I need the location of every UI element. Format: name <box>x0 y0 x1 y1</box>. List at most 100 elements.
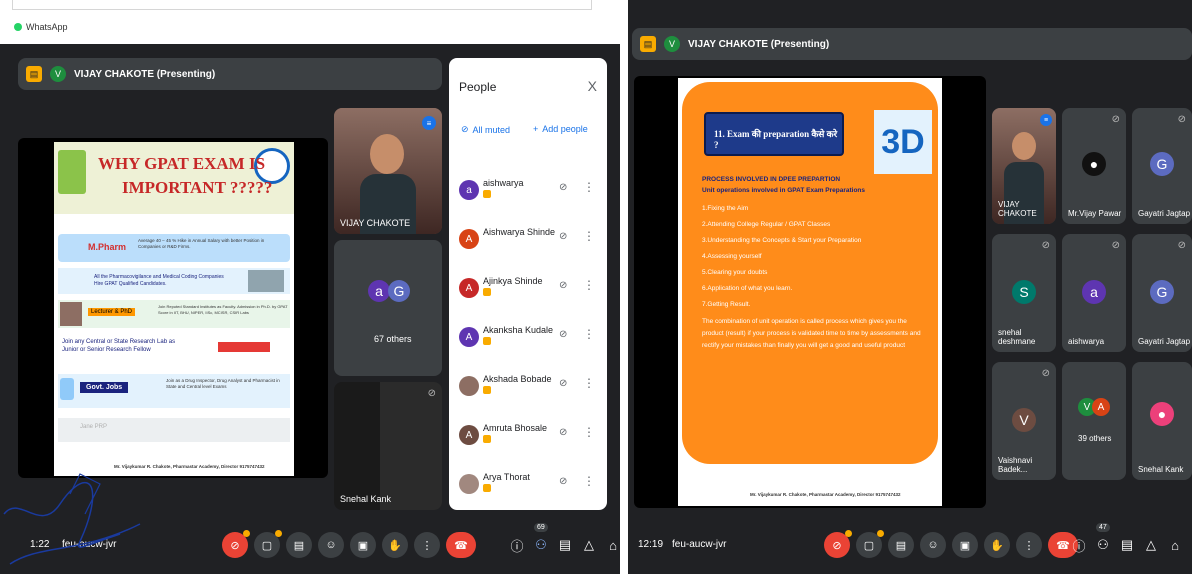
summary-text: The combination of unit operation is cal… <box>702 318 921 349</box>
more-options-icon[interactable]: ⋮ <box>583 327 595 341</box>
hand-badge-icon <box>483 484 491 492</box>
captions-button[interactable]: ▤ <box>286 532 312 558</box>
more-options-icon[interactable]: ⋮ <box>583 425 595 439</box>
presenter-tile-name: VIJAY CHAKOTE <box>340 218 411 228</box>
govt-image <box>60 378 74 400</box>
slide-heading-box: 11. Exam की preparation कैसे करे ? <box>704 112 844 156</box>
presenter-avatar: V <box>50 66 66 82</box>
faded-text: Jane PRP <box>80 424 108 430</box>
captions-button[interactable]: ▤ <box>888 532 914 558</box>
slide-header: WHY GPAT EXAM IS IMPORTANT ????? <box>54 142 294 214</box>
raise-hand-button[interactable]: ✋ <box>984 532 1010 558</box>
process-title: PROCESS INVOLVED IN DPEE PREPARTION <box>702 176 841 183</box>
participant-avatar: V <box>1012 408 1036 432</box>
camera-button[interactable]: ▢ <box>856 530 884 558</box>
presenter-video-tile[interactable]: ≡ VIJAY CHAKOTE <box>334 108 442 234</box>
mic-off-icon: ⊘ <box>1041 368 1050 379</box>
meeting-controls: ⊘ ▢ ▤ ☺ ▣ ✋ ⋮ ☎ <box>222 530 476 558</box>
others-tile[interactable]: a G 67 others <box>334 240 442 376</box>
tile-name: Gayatri Jagtap <box>1138 337 1191 346</box>
lock-icon[interactable]: ⌂ <box>1164 538 1186 553</box>
tile-name: Gayatri Jagtap <box>1138 209 1191 218</box>
mic-off-icon[interactable]: ⊘ <box>559 378 567 389</box>
more-options-button[interactable]: ⋮ <box>414 532 440 558</box>
info-icon[interactable]: ⓘ <box>506 536 528 555</box>
person-name: Ajinkya Shinde <box>483 276 543 286</box>
leave-call-button[interactable]: ☎ <box>446 532 476 558</box>
people-icon[interactable]: ⚇ 47 <box>1092 523 1114 553</box>
more-options-icon[interactable]: ⋮ <box>583 474 595 488</box>
more-options-icon[interactable]: ⋮ <box>583 278 595 292</box>
participant-avatar: G <box>1150 280 1174 304</box>
others-count: 39 others <box>1078 434 1112 443</box>
participants-badge: 47 <box>1096 523 1110 532</box>
more-options-icon[interactable]: ⋮ <box>583 229 595 243</box>
activities-icon[interactable]: △ <box>578 537 600 553</box>
person-avatar: A <box>459 229 479 249</box>
info-icon[interactable]: ⓘ <box>1068 536 1090 555</box>
mic-button[interactable]: ⊘ <box>824 530 852 558</box>
present-button[interactable]: ▣ <box>350 532 376 558</box>
mic-button[interactable]: ⊘ <box>222 530 250 558</box>
emoji-button[interactable]: ☺ <box>920 532 946 558</box>
hand-badge-icon <box>483 288 491 296</box>
participant-tile[interactable]: ⊘ a aishwarya <box>1062 234 1126 352</box>
people-list-item[interactable]: A Akanksha Kudale ⊘ ⋮ <box>449 315 607 364</box>
close-icon[interactable]: X <box>588 78 597 94</box>
participant-tile[interactable]: ⊘ S snehal deshmane <box>992 234 1056 352</box>
camera-button[interactable]: ▢ <box>254 530 282 558</box>
presenting-title: VIJAY CHAKOTE (Presenting) <box>688 38 830 50</box>
all-muted-button[interactable]: ⊘ All muted <box>461 124 510 135</box>
slide: 11. Exam की preparation कैसे करे ? 3D PR… <box>678 78 942 506</box>
mic-off-icon[interactable]: ⊘ <box>559 476 567 487</box>
emoji-button[interactable]: ☺ <box>318 532 344 558</box>
more-options-icon[interactable]: ⋮ <box>583 376 595 390</box>
people-list-item[interactable]: Akshada Bobade ⊘ ⋮ <box>449 364 607 413</box>
mic-off-icon[interactable]: ⊘ <box>559 231 567 242</box>
mic-off-icon: ⊘ <box>1177 240 1186 251</box>
present-button[interactable]: ▣ <box>952 532 978 558</box>
slide: WHY GPAT EXAM IS IMPORTANT ????? M.Pharm… <box>54 142 294 476</box>
chat-icon[interactable]: ▤ <box>1116 537 1138 553</box>
mpharm-row: M.Pharm Average 40 – 45 % Hike in Annual… <box>58 234 290 262</box>
tile-name: VIJAY CHAKOTE <box>998 200 1037 218</box>
participant-avatar: a <box>1082 280 1106 304</box>
participant-tile[interactable]: ⊘ ● Mr.Vijay Pawar <box>1062 108 1126 224</box>
more-options-icon[interactable]: ⋮ <box>583 180 595 194</box>
person-avatar <box>459 474 479 494</box>
add-people-button[interactable]: + Add people <box>533 124 588 134</box>
chat-icon[interactable]: ▤ <box>554 537 576 553</box>
people-list-item[interactable]: A Amruta Bhosale ⊘ ⋮ <box>449 413 607 462</box>
participant-tile[interactable]: ● Snehal Kank <box>1132 362 1192 480</box>
people-icon[interactable]: ⚇ 69 <box>530 523 552 553</box>
participant-tile[interactable]: ⊘ G Gayatri Jagtap <box>1132 108 1192 224</box>
others-tile[interactable]: V A 39 others <box>1062 362 1126 480</box>
person-avatar: a <box>459 180 479 200</box>
right-controls: ⓘ ⚇ 69 ▤ △ ⌂ <box>506 523 620 558</box>
mic-off-icon[interactable]: ⊘ <box>559 427 567 438</box>
right-controls: ⓘ ⚇ 47 ▤ △ ⌂ <box>1068 523 1186 558</box>
whatsapp-label[interactable]: WhatsApp <box>14 22 68 32</box>
snehal-tile[interactable]: ⊘ Snehal Kank <box>334 382 442 510</box>
lock-icon[interactable]: ⌂ <box>602 538 620 553</box>
participant-tile[interactable]: ⊘ G Gayatri Jagtap <box>1132 234 1192 352</box>
mic-off-icon[interactable]: ⊘ <box>559 329 567 340</box>
top-strip: WhatsApp <box>0 0 620 44</box>
step-3: 3.Understanding the Concepts & Start you… <box>702 237 862 244</box>
person-avatar: A <box>459 327 479 347</box>
mic-off-icon: ⊘ <box>1111 240 1120 251</box>
raise-hand-button[interactable]: ✋ <box>382 532 408 558</box>
tile-name: aishwarya <box>1068 337 1105 346</box>
people-list-item[interactable]: A Aishwarya Shinde ⊘ ⋮ <box>449 217 607 266</box>
people-list-item[interactable]: A Ajinkya Shinde ⊘ ⋮ <box>449 266 607 315</box>
mic-off-icon[interactable]: ⊘ <box>559 182 567 193</box>
others-avatar-2: G <box>388 280 410 302</box>
more-options-button[interactable]: ⋮ <box>1016 532 1042 558</box>
presentation-stage: WHY GPAT EXAM IS IMPORTANT ????? M.Pharm… <box>18 138 328 478</box>
mic-off-icon[interactable]: ⊘ <box>559 280 567 291</box>
participant-tile-vijay[interactable]: ≡ VIJAY CHAKOTE <box>992 108 1056 224</box>
people-list-item[interactable]: a aishwarya ⊘ ⋮ <box>449 168 607 217</box>
activities-icon[interactable]: △ <box>1140 537 1162 553</box>
participant-tile[interactable]: ⊘ V Vaishnavi Badek... <box>992 362 1056 480</box>
people-list-item[interactable]: Arya Thorat ⊘ ⋮ <box>449 462 607 510</box>
